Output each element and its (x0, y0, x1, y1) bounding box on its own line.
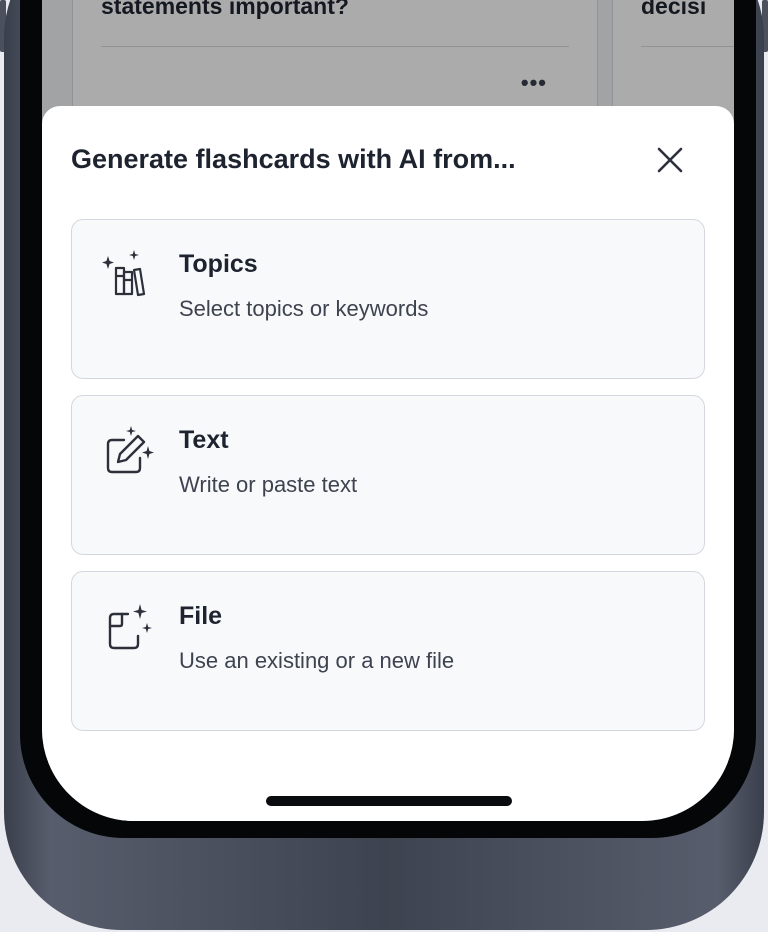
option-description: Write or paste text (179, 472, 358, 497)
ai-file-icon (108, 604, 152, 650)
phone-frame: Why are common-size financial statements… (4, 0, 764, 930)
option-description: Select topics or keywords (179, 296, 429, 321)
phone-screen: Why are common-size financial statements… (42, 0, 734, 821)
option-description: Use an existing or a new file (179, 648, 455, 673)
option-label: File (179, 602, 223, 630)
option-label: Topics (179, 250, 258, 278)
option-topics[interactable]: Topics Select topics or keywords (71, 219, 705, 379)
option-label: Text (179, 426, 229, 454)
generate-flashcards-sheet: Generate flashcards with AI from... Topi… (42, 106, 734, 821)
close-icon (657, 147, 683, 173)
sheet-title: Generate flashcards with AI from... (71, 144, 516, 174)
ai-edit-icon (106, 426, 154, 474)
ai-books-icon (102, 250, 146, 297)
close-button[interactable] (652, 142, 688, 178)
option-text[interactable]: Text Write or paste text (71, 395, 705, 555)
app-viewport: Why are common-size financial statements… (0, 0, 768, 932)
home-indicator[interactable] (266, 796, 512, 806)
option-file[interactable]: File Use an existing or a new file (71, 571, 705, 731)
